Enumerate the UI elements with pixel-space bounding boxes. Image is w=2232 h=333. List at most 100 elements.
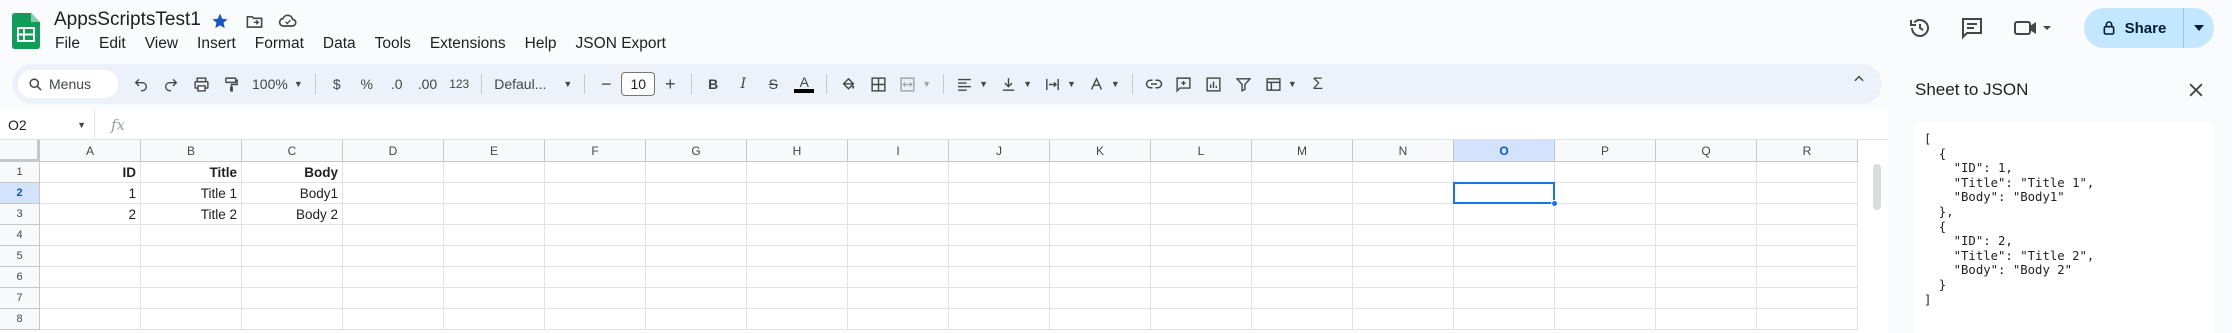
- cell-d8[interactable]: [343, 309, 444, 330]
- cell-o8[interactable]: [1454, 309, 1555, 330]
- cell-h1[interactable]: [747, 162, 848, 183]
- format-currency-button[interactable]: $: [322, 68, 352, 100]
- star-icon[interactable]: [210, 11, 230, 31]
- cell-o1[interactable]: [1454, 162, 1555, 183]
- cell-o5[interactable]: [1454, 246, 1555, 267]
- cell-k1[interactable]: [1050, 162, 1151, 183]
- cell-m6[interactable]: [1252, 267, 1353, 288]
- cell-e7[interactable]: [444, 288, 545, 309]
- cell-f8[interactable]: [545, 309, 646, 330]
- cell-c4[interactable]: [242, 225, 343, 246]
- cell-i8[interactable]: [848, 309, 949, 330]
- row-header-4[interactable]: 4: [0, 225, 40, 246]
- cell-a1[interactable]: ID: [40, 162, 141, 183]
- paint-format-button[interactable]: [216, 68, 246, 100]
- fill-handle[interactable]: [1551, 200, 1558, 207]
- cell-r5[interactable]: [1757, 246, 1858, 267]
- cell-g4[interactable]: [646, 225, 747, 246]
- cell-i1[interactable]: [848, 162, 949, 183]
- cell-b4[interactable]: [141, 225, 242, 246]
- document-title[interactable]: AppsScriptsTest1: [54, 9, 201, 31]
- cell-e2[interactable]: [444, 183, 545, 204]
- cell-g8[interactable]: [646, 309, 747, 330]
- decrease-font-size-button[interactable]: −: [591, 68, 621, 100]
- column-header-c[interactable]: C: [242, 140, 343, 162]
- column-header-n[interactable]: N: [1353, 140, 1454, 162]
- cell-g2[interactable]: [646, 183, 747, 204]
- cell-h8[interactable]: [747, 309, 848, 330]
- vertical-align-button[interactable]: ▼: [994, 68, 1038, 100]
- text-wrapping-button[interactable]: ▼: [1038, 68, 1082, 100]
- cell-i6[interactable]: [848, 267, 949, 288]
- text-rotation-button[interactable]: ▼: [1082, 68, 1126, 100]
- font-size-input[interactable]: 10: [621, 72, 656, 96]
- cell-c1[interactable]: Body: [242, 162, 343, 183]
- column-header-m[interactable]: M: [1252, 140, 1353, 162]
- cell-a6[interactable]: [40, 267, 141, 288]
- cell-e5[interactable]: [444, 246, 545, 267]
- redo-button[interactable]: [156, 68, 186, 100]
- filter-views-button[interactable]: ▼: [1259, 68, 1303, 100]
- cell-j8[interactable]: [949, 309, 1050, 330]
- cell-i7[interactable]: [848, 288, 949, 309]
- cell-o7[interactable]: [1454, 288, 1555, 309]
- cell-n6[interactable]: [1353, 267, 1454, 288]
- cell-r8[interactable]: [1757, 309, 1858, 330]
- cell-j6[interactable]: [949, 267, 1050, 288]
- cell-n7[interactable]: [1353, 288, 1454, 309]
- increase-font-size-button[interactable]: +: [655, 68, 685, 100]
- cell-j2[interactable]: [949, 183, 1050, 204]
- sheets-logo-icon[interactable]: [12, 13, 40, 49]
- menu-edit[interactable]: Edit: [99, 35, 136, 53]
- menu-help[interactable]: Help: [525, 35, 567, 53]
- select-all-corner[interactable]: [0, 140, 40, 162]
- undo-button[interactable]: [126, 68, 156, 100]
- menu-tools[interactable]: Tools: [375, 35, 421, 53]
- json-output[interactable]: [ { "ID": 1, "Title": "Title 1", "Body":…: [1914, 122, 2214, 333]
- formula-input[interactable]: [137, 113, 1888, 137]
- cell-r3[interactable]: [1757, 204, 1858, 225]
- cell-f6[interactable]: [545, 267, 646, 288]
- merge-cells-button[interactable]: ▼: [893, 68, 937, 100]
- cell-l6[interactable]: [1151, 267, 1252, 288]
- cell-h7[interactable]: [747, 288, 848, 309]
- menu-data[interactable]: Data: [323, 35, 366, 53]
- filter-button[interactable]: [1229, 68, 1259, 100]
- cell-c6[interactable]: [242, 267, 343, 288]
- strikethrough-button[interactable]: S: [758, 68, 788, 100]
- meet-video-icon[interactable]: [2004, 8, 2060, 48]
- fill-color-button[interactable]: [833, 68, 863, 100]
- column-header-a[interactable]: A: [40, 140, 141, 162]
- column-header-p[interactable]: P: [1555, 140, 1656, 162]
- cell-d7[interactable]: [343, 288, 444, 309]
- cell-m4[interactable]: [1252, 225, 1353, 246]
- cell-n1[interactable]: [1353, 162, 1454, 183]
- column-header-q[interactable]: Q: [1656, 140, 1757, 162]
- share-dropdown[interactable]: [2184, 25, 2214, 31]
- vertical-scrollbar[interactable]: [1873, 164, 1881, 210]
- move-folder-icon[interactable]: [244, 11, 264, 31]
- cell-p4[interactable]: [1555, 225, 1656, 246]
- cell-a7[interactable]: [40, 288, 141, 309]
- cell-d2[interactable]: [343, 183, 444, 204]
- cell-a4[interactable]: [40, 225, 141, 246]
- cell-m1[interactable]: [1252, 162, 1353, 183]
- cell-g1[interactable]: [646, 162, 747, 183]
- column-header-f[interactable]: F: [545, 140, 646, 162]
- menus-search[interactable]: Menus: [18, 70, 118, 98]
- cell-i4[interactable]: [848, 225, 949, 246]
- cell-h3[interactable]: [747, 204, 848, 225]
- italic-button[interactable]: I: [728, 68, 758, 100]
- cell-i3[interactable]: [848, 204, 949, 225]
- cell-b2[interactable]: Title 1: [141, 183, 242, 204]
- cell-p3[interactable]: [1555, 204, 1656, 225]
- cell-p5[interactable]: [1555, 246, 1656, 267]
- cell-k7[interactable]: [1050, 288, 1151, 309]
- cell-d3[interactable]: [343, 204, 444, 225]
- cell-m5[interactable]: [1252, 246, 1353, 267]
- cell-l8[interactable]: [1151, 309, 1252, 330]
- cell-h4[interactable]: [747, 225, 848, 246]
- row-header-7[interactable]: 7: [0, 288, 40, 309]
- cell-q8[interactable]: [1656, 309, 1757, 330]
- cell-p8[interactable]: [1555, 309, 1656, 330]
